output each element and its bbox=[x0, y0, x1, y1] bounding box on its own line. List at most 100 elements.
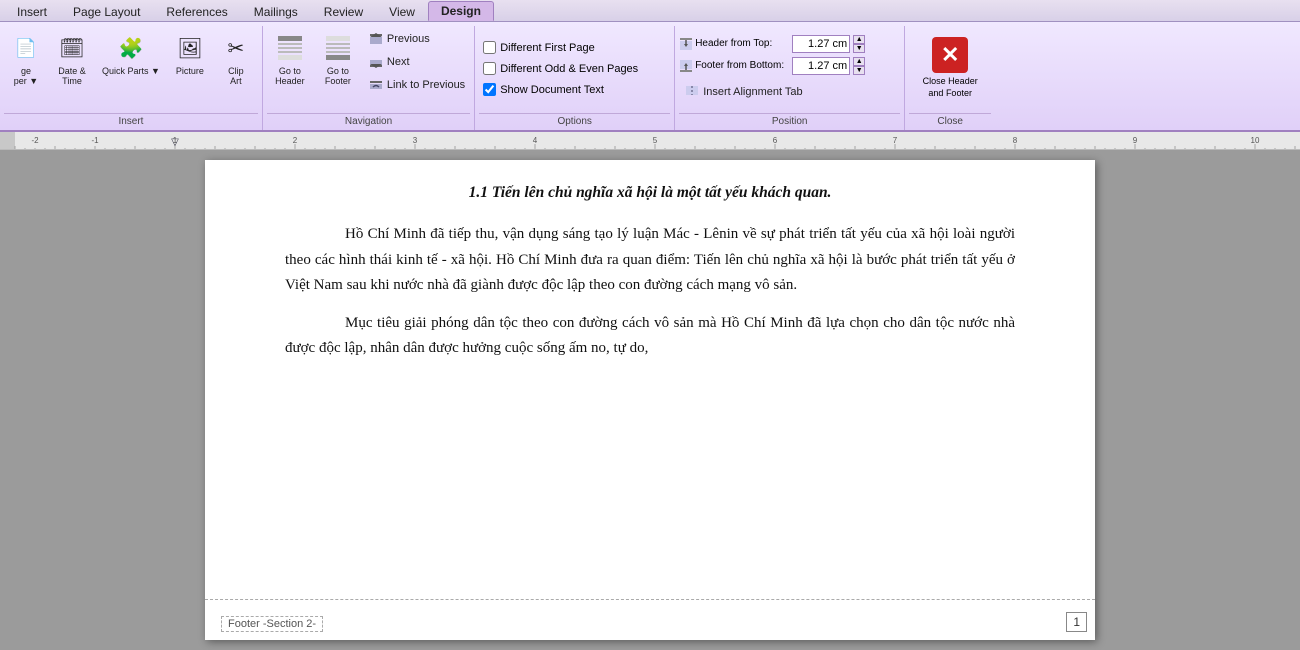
tab-insert[interactable]: Insert bbox=[4, 1, 60, 21]
tab-page-layout[interactable]: Page Layout bbox=[60, 1, 153, 21]
svg-text:2: 2 bbox=[293, 136, 298, 145]
ribbon-group-close-content: ✕ Close Headerand Footer bbox=[909, 28, 991, 111]
diff-first-page-input[interactable] bbox=[483, 41, 496, 54]
go-to-header-label: Go toHeader bbox=[275, 66, 305, 86]
doc-paragraph-2: Mục tiêu giải phóng dân tộc theo con đườ… bbox=[285, 311, 1015, 362]
footer-label: Footer -Section 2- bbox=[221, 616, 323, 632]
page-icon: 📄 bbox=[10, 32, 42, 64]
insert-alignment-tab-icon bbox=[684, 84, 700, 100]
ribbon-group-position-label: Position bbox=[679, 113, 900, 130]
footer-from-bottom-icon bbox=[679, 59, 693, 73]
close-header-footer-button[interactable]: ✕ Close Headerand Footer bbox=[915, 33, 986, 103]
quick-parts-icon: 🧩 bbox=[115, 32, 147, 64]
previous-label: Previous bbox=[387, 33, 430, 45]
tab-bar: Insert Page Layout References Mailings R… bbox=[0, 0, 1300, 22]
doc-page: 1.1 Tiến lên chủ nghĩa xã hội là một tất… bbox=[205, 160, 1095, 640]
page-number: 1 bbox=[1066, 612, 1087, 632]
doc-area: 1.1 Tiến lên chủ nghĩa xã hội là một tất… bbox=[0, 150, 1300, 650]
svg-text:4: 4 bbox=[533, 136, 538, 145]
ribbon-group-close-label: Close bbox=[909, 113, 991, 130]
ruler: -2 -1 1 2 3 4 5 6 7 8 9 10 ▽ bbox=[0, 132, 1300, 150]
next-label: Next bbox=[387, 56, 410, 68]
ribbon-group-options: Different First Page Different Odd & Eve… bbox=[475, 26, 675, 130]
tab-mailings[interactable]: Mailings bbox=[241, 1, 311, 21]
ribbon-group-insert-content: 📄 geper ▼ 🗓 Date &Time 🧩 Quick Parts ▼ 🖼… bbox=[4, 28, 258, 111]
picture-button[interactable]: 🖼 Picture bbox=[168, 28, 212, 80]
doc-title: 1.1 Tiến lên chủ nghĩa xã hội là một tất… bbox=[285, 180, 1015, 206]
footer-from-bottom-up[interactable]: ▲ bbox=[853, 57, 865, 66]
clip-art-label: ClipArt bbox=[228, 66, 244, 86]
ribbon-group-navigation: Go toHeader Go toFooter bbox=[263, 26, 475, 130]
ribbon-group-navigation-content: Go toHeader Go toFooter bbox=[267, 28, 470, 111]
doc-paragraph-1: Hồ Chí Minh đã tiếp thu, vận dụng sáng t… bbox=[285, 222, 1015, 299]
close-header-footer-label: Close Headerand Footer bbox=[923, 76, 978, 99]
svg-text:-1: -1 bbox=[91, 136, 99, 145]
quick-parts-label: Quick Parts ▼ bbox=[102, 66, 160, 76]
header-from-top-input[interactable] bbox=[792, 35, 850, 53]
diff-odd-even-checkbox[interactable]: Different Odd & Even Pages bbox=[479, 60, 642, 77]
ribbon: 📄 geper ▼ 🗓 Date &Time 🧩 Quick Parts ▼ 🖼… bbox=[0, 22, 1300, 132]
tab-review[interactable]: Review bbox=[311, 1, 376, 21]
header-from-top-icon-label: Header from Top: bbox=[679, 37, 789, 51]
svg-text:▽: ▽ bbox=[171, 137, 179, 148]
show-doc-text-checkbox[interactable]: Show Document Text bbox=[479, 81, 608, 98]
svg-text:8: 8 bbox=[1013, 136, 1018, 145]
go-to-header-button[interactable]: Go toHeader bbox=[267, 28, 313, 90]
ribbon-group-position: Header from Top: ▲ ▼ Footer from Bott bbox=[675, 26, 905, 130]
diff-odd-even-input[interactable] bbox=[483, 62, 496, 75]
go-to-footer-button[interactable]: Go toFooter bbox=[315, 28, 361, 90]
diff-first-page-checkbox[interactable]: Different First Page bbox=[479, 39, 599, 56]
tab-design[interactable]: Design bbox=[428, 1, 494, 21]
ribbon-group-insert: 📄 geper ▼ 🗓 Date &Time 🧩 Quick Parts ▼ 🖼… bbox=[0, 26, 263, 130]
page-button[interactable]: 📄 geper ▼ bbox=[4, 28, 48, 90]
page-label: geper ▼ bbox=[14, 66, 38, 86]
ribbon-group-position-content: Header from Top: ▲ ▼ Footer from Bott bbox=[679, 28, 900, 111]
footer-from-bottom-label: Footer from Bottom: bbox=[695, 60, 784, 71]
link-to-previous-button[interactable]: Link to Previous bbox=[363, 74, 470, 96]
clip-art-button[interactable]: ✂ ClipArt bbox=[214, 28, 258, 90]
ribbon-group-insert-label: Insert bbox=[4, 113, 258, 130]
ruler-svg: -2 -1 1 2 3 4 5 6 7 8 9 10 ▽ bbox=[0, 132, 1300, 150]
header-from-top-spinner: ▲ ▼ bbox=[853, 35, 865, 53]
footer-from-bottom-row: Footer from Bottom: ▲ ▼ bbox=[679, 57, 865, 75]
svg-text:6: 6 bbox=[773, 136, 778, 145]
svg-text:5: 5 bbox=[653, 136, 658, 145]
ribbon-group-navigation-label: Navigation bbox=[267, 113, 470, 130]
header-from-top-row: Header from Top: ▲ ▼ bbox=[679, 35, 865, 53]
header-from-top-label: Header from Top: bbox=[695, 38, 772, 49]
date-time-button[interactable]: 🗓 Date &Time bbox=[50, 28, 94, 90]
footer-from-bottom-icon-label: Footer from Bottom: bbox=[679, 59, 789, 73]
insert-alignment-tab-button[interactable]: Insert Alignment Tab bbox=[679, 81, 900, 103]
footer-from-bottom-down[interactable]: ▼ bbox=[853, 66, 865, 75]
footer-from-bottom-input[interactable] bbox=[792, 57, 850, 75]
previous-button[interactable]: Previous bbox=[363, 28, 470, 50]
ribbon-group-options-content: Different First Page Different Odd & Eve… bbox=[479, 28, 670, 111]
diff-first-page-label: Different First Page bbox=[500, 42, 595, 54]
nav-inner: Previous Next bbox=[363, 28, 470, 96]
tab-view[interactable]: View bbox=[376, 1, 428, 21]
show-doc-text-label: Show Document Text bbox=[500, 84, 604, 96]
quick-parts-button[interactable]: 🧩 Quick Parts ▼ bbox=[96, 28, 166, 80]
insert-alignment-tab-label: Insert Alignment Tab bbox=[703, 86, 802, 98]
picture-icon: 🖼 bbox=[174, 32, 206, 64]
svg-text:7: 7 bbox=[893, 136, 898, 145]
header-from-top-down[interactable]: ▼ bbox=[853, 44, 865, 53]
tab-references[interactable]: References bbox=[153, 1, 240, 21]
footer-divider bbox=[205, 599, 1095, 600]
svg-text:9: 9 bbox=[1133, 136, 1138, 145]
next-button[interactable]: Next bbox=[363, 51, 470, 73]
previous-icon bbox=[368, 31, 384, 47]
doc-content: 1.1 Tiến lên chủ nghĩa xã hội là một tất… bbox=[285, 180, 1015, 362]
next-icon bbox=[368, 54, 384, 70]
diff-odd-even-label: Different Odd & Even Pages bbox=[500, 63, 638, 75]
header-from-top-up[interactable]: ▲ bbox=[853, 35, 865, 44]
picture-label: Picture bbox=[176, 66, 204, 76]
go-to-footer-label: Go toFooter bbox=[325, 66, 351, 86]
date-time-icon: 🗓 bbox=[56, 32, 88, 64]
show-doc-text-input[interactable] bbox=[483, 83, 496, 96]
header-from-top-icon bbox=[679, 37, 693, 51]
svg-text:3: 3 bbox=[413, 136, 418, 145]
link-to-previous-icon bbox=[368, 77, 384, 93]
close-icon: ✕ bbox=[932, 37, 968, 73]
go-to-footer-icon bbox=[322, 32, 354, 64]
